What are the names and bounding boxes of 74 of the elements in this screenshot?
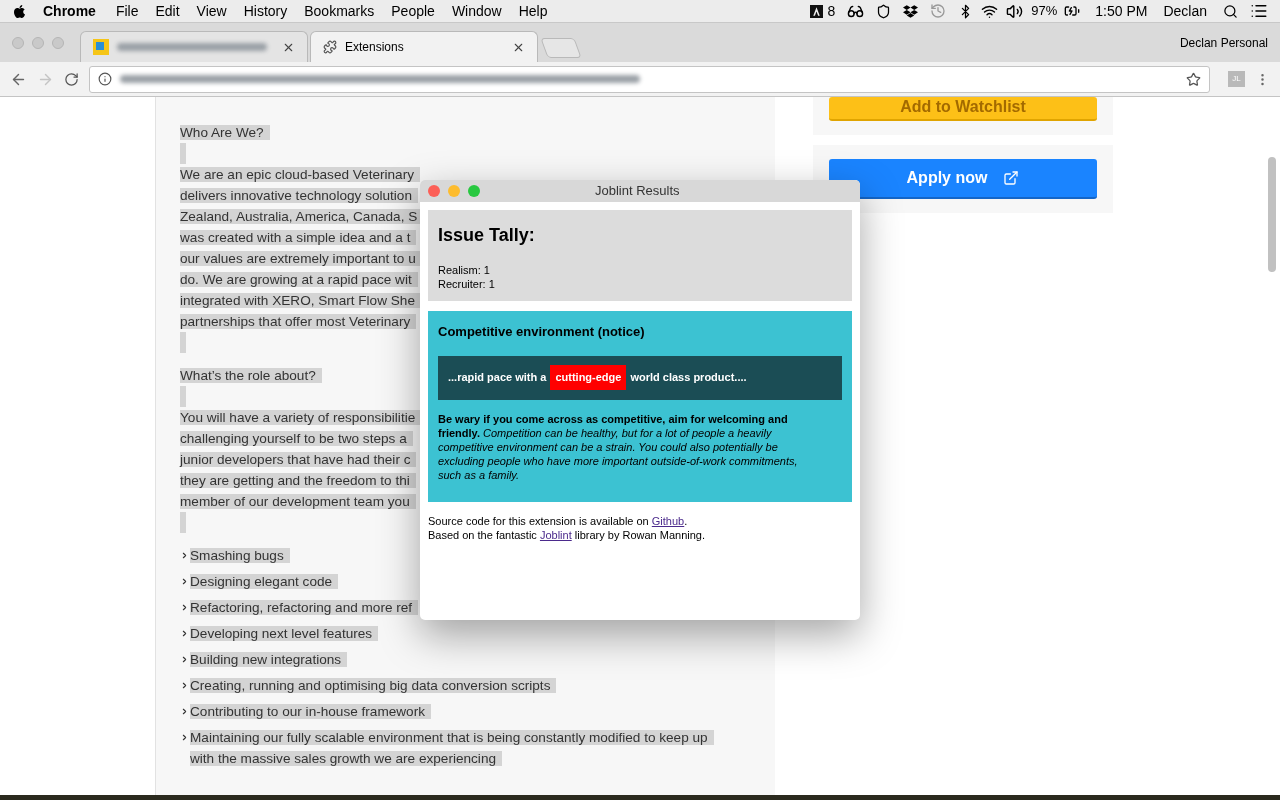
chevron-icon [180,655,189,664]
tally-title: Issue Tally: [438,224,536,247]
issue-title: Competitive environment (notice) [438,323,646,341]
snippet-text: ...rapid pace with a [448,370,547,386]
scrollbar-thumb[interactable] [1268,157,1276,272]
bookmark-star-icon[interactable] [1186,71,1201,87]
close-button[interactable] [428,185,440,197]
section-heading: Who Are We? [180,125,270,140]
footer-text: Based on the fantastic Joblint library by Rowan Manning. [428,527,706,542]
highlighted-word: cutting-edge [550,365,627,390]
menu-item[interactable]: Window [451,0,502,22]
tab-title: Extensions [345,39,405,56]
selection-highlight [180,143,186,164]
info-icon [98,72,112,86]
tally-line: Recruiter: 1 [438,277,496,291]
tally-line: Realism: 1 [438,263,491,277]
chevron-icon [180,681,189,690]
window-control[interactable] [12,37,24,49]
selection-highlight [180,512,186,533]
menu-item[interactable]: Bookmarks [304,0,375,22]
new-tab-button[interactable] [540,38,582,58]
snippet-text: world class product.... [630,370,747,386]
menu-item[interactable]: History [243,0,288,22]
footer-link[interactable]: Joblint [539,528,572,541]
chevron-icon [180,551,189,560]
menu-item[interactable]: File [115,0,139,22]
puzzle-icon [323,40,337,54]
list-icon [1250,2,1268,20]
search-icon [1223,3,1238,19]
list-item: Smashing bugs [190,548,290,563]
chevron-icon [180,577,189,586]
section-heading: What’s the role about? [180,368,322,383]
chevron-icon [180,629,189,638]
list-item: Building new integrations [190,652,348,667]
footer-text: Source code for this extension is available on Github. [428,513,689,528]
window-control[interactable] [32,37,44,49]
chevron-icon [180,603,189,612]
notification-count: 8 [827,1,836,21]
clock-time: 1:50 PM [1095,1,1148,21]
list-item: Refactoring, refactoring and more ref [190,600,419,615]
maximize-button[interactable] [468,185,480,197]
shield-icon [876,3,892,19]
external-link-icon [1003,170,1020,186]
list-item: with the massive sales growth we are experiencing [190,751,502,766]
dropbox-icon [903,3,919,19]
list-item: Designing elegant code [190,574,339,589]
reload-button[interactable] [64,71,79,87]
list-item: Developing next level features [190,626,379,641]
selection-highlight [180,386,186,407]
menu-item[interactable]: View [196,0,227,22]
chevron-icon [180,733,189,742]
window-control[interactable] [52,37,64,49]
volume-icon [1006,2,1024,20]
profile-name[interactable]: Declan Personal [1179,33,1268,52]
list-item: Maintaining our fully scalable environment that is being constantly modified to keep up [190,730,714,745]
menu-item[interactable]: Help [518,0,548,22]
battery-percentage: 97% [1031,2,1058,21]
favicon [93,39,109,55]
clock-icon [930,3,947,19]
apple-icon [12,3,27,19]
window-title: Joblint Results [595,182,680,201]
minimize-button[interactable] [448,185,460,197]
apply-button[interactable]: Apply now [829,159,1097,199]
menu-item[interactable]: Chrome [43,0,96,22]
menu-item[interactable]: People [391,0,435,22]
menu-item[interactable]: Edit [155,0,180,22]
user-menu[interactable]: Declan [1163,0,1207,22]
list-item: Contributing to our in-house framework [190,704,431,719]
browser-tab[interactable]: Extensions [310,31,538,62]
issue-description: Be wary if you come across as competitive, aim for welcoming and friendly. Competition can be healthy, but for a lot of people a heavily competitive environment can be a strain. You could also potentially be excluding people who have more important outside-of-work commitments, such as a family. [438,411,799,482]
chevron-icon [180,707,189,716]
selection-highlight [180,332,186,353]
adobe-icon [810,4,824,18]
list-item: Creating, running and optimising big data conversion scripts [190,678,557,693]
